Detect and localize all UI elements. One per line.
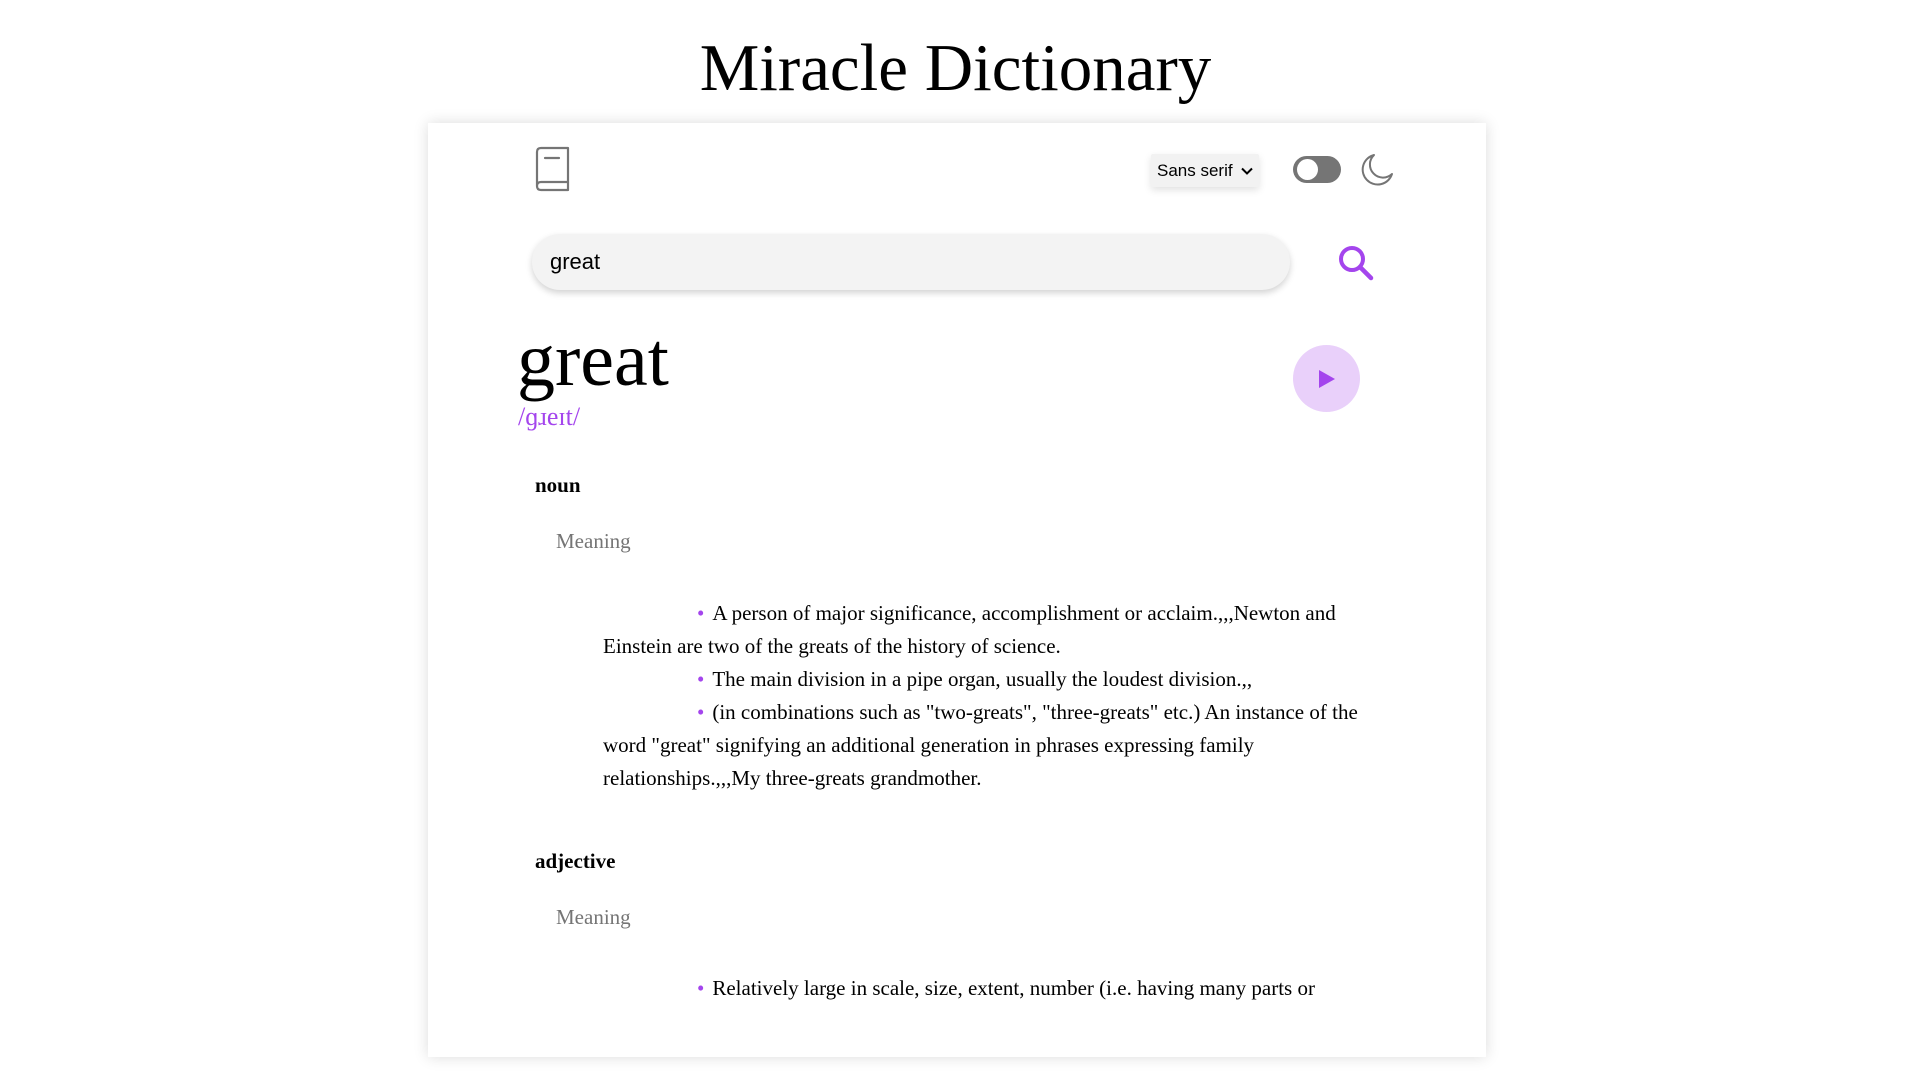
play-audio-button[interactable] [1293, 345, 1360, 412]
part-of-speech: noun [535, 473, 581, 497]
font-select[interactable]: Sans serif [1151, 154, 1259, 187]
dictionary-card: Sans serif great great /ɡɹeɪt/ noun Mean… [428, 123, 1486, 1057]
search-icon[interactable] [1337, 244, 1375, 282]
phonetic: /ɡɹeɪt/ [518, 402, 581, 431]
moon-icon[interactable] [1359, 152, 1395, 188]
app-title: Miracle Dictionary [699, 31, 1212, 105]
play-icon [1318, 369, 1335, 388]
bullet-icon: • [697, 976, 705, 1000]
headword: great [517, 318, 669, 402]
toggle-knob [1297, 159, 1318, 180]
bullet-icon: • [697, 700, 705, 724]
search-input[interactable]: great [532, 234, 1290, 290]
definition-item: • Relatively large in scale, size, extent… [697, 976, 1315, 1000]
meaning-label: Meaning [556, 905, 631, 929]
theme-toggle[interactable] [1293, 156, 1341, 183]
definition-item: • The main division in a pipe organ, usua… [697, 667, 1253, 691]
meaning-label: Meaning [556, 529, 631, 553]
definition-list: • A person of major significance, accompl… [603, 597, 1363, 795]
definition-list: • Relatively large in scale, size, extent… [603, 972, 1363, 1005]
book-icon [535, 146, 570, 192]
font-select-value: Sans serif [1157, 160, 1233, 180]
chevron-down-icon [1241, 167, 1253, 175]
definition-item: • A person of major significance, accompl… [603, 601, 1336, 658]
part-of-speech: adjective [535, 849, 616, 873]
bullet-icon: • [697, 667, 705, 691]
definition-item: • (in combinations such as "two-greats", … [603, 700, 1358, 790]
bullet-icon: • [697, 601, 705, 625]
